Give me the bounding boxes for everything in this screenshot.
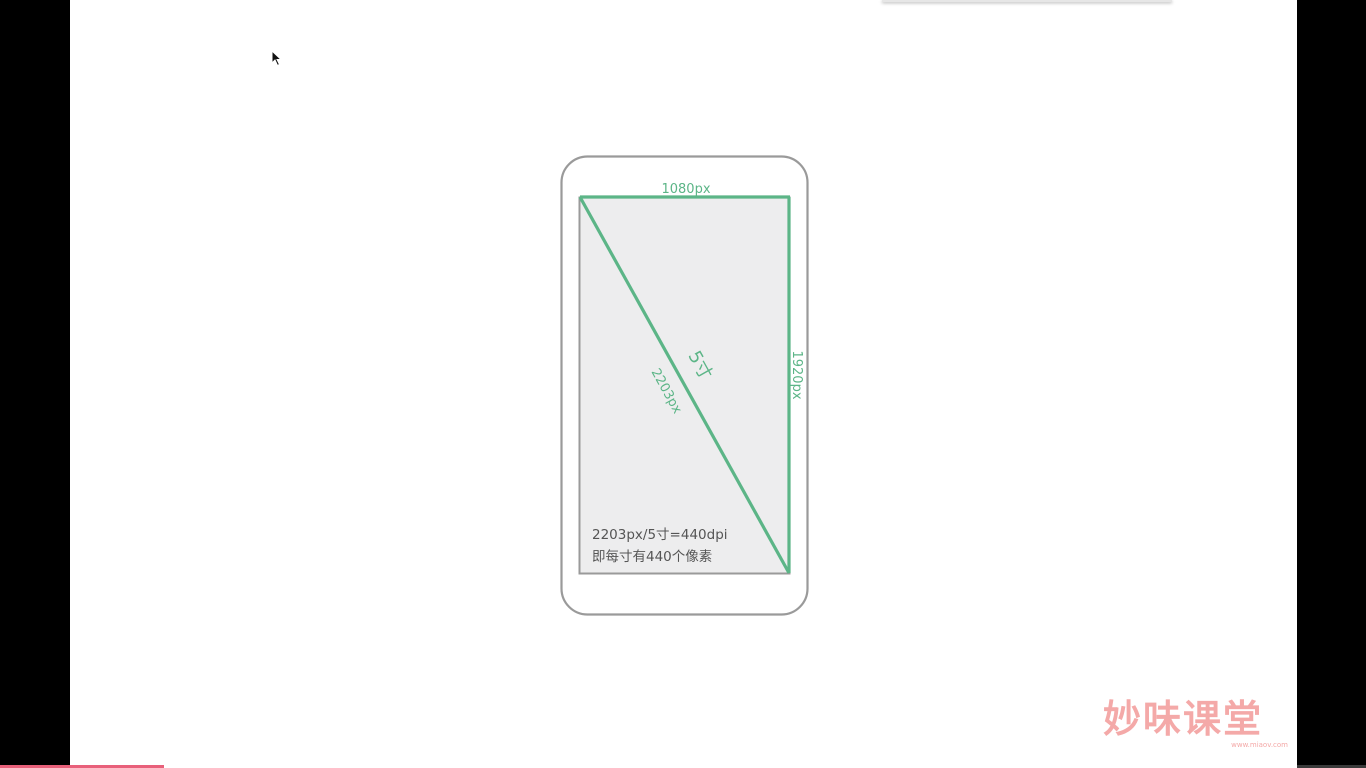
miaov-watermark-logo: 妙味课堂 www.miaov.com xyxy=(1072,697,1294,755)
screen: 1080px 1920px 5寸 2203px 2203px/5寸=440dpi… xyxy=(0,0,1366,768)
logo-text: 妙味课堂 xyxy=(1102,697,1263,741)
logo-url: www.miaov.com xyxy=(1231,741,1288,749)
width-label: 1080px xyxy=(661,182,710,197)
dpi-explanation-text: 即每寸有440个像素 xyxy=(592,549,712,565)
phone-resolution-diagram: 1080px 1920px 5寸 2203px 2203px/5寸=440dpi… xyxy=(560,155,809,616)
height-label: 1920px xyxy=(789,350,804,399)
mouse-pointer-icon xyxy=(271,50,283,67)
dpi-formula-text: 2203px/5寸=440dpi xyxy=(592,527,728,543)
